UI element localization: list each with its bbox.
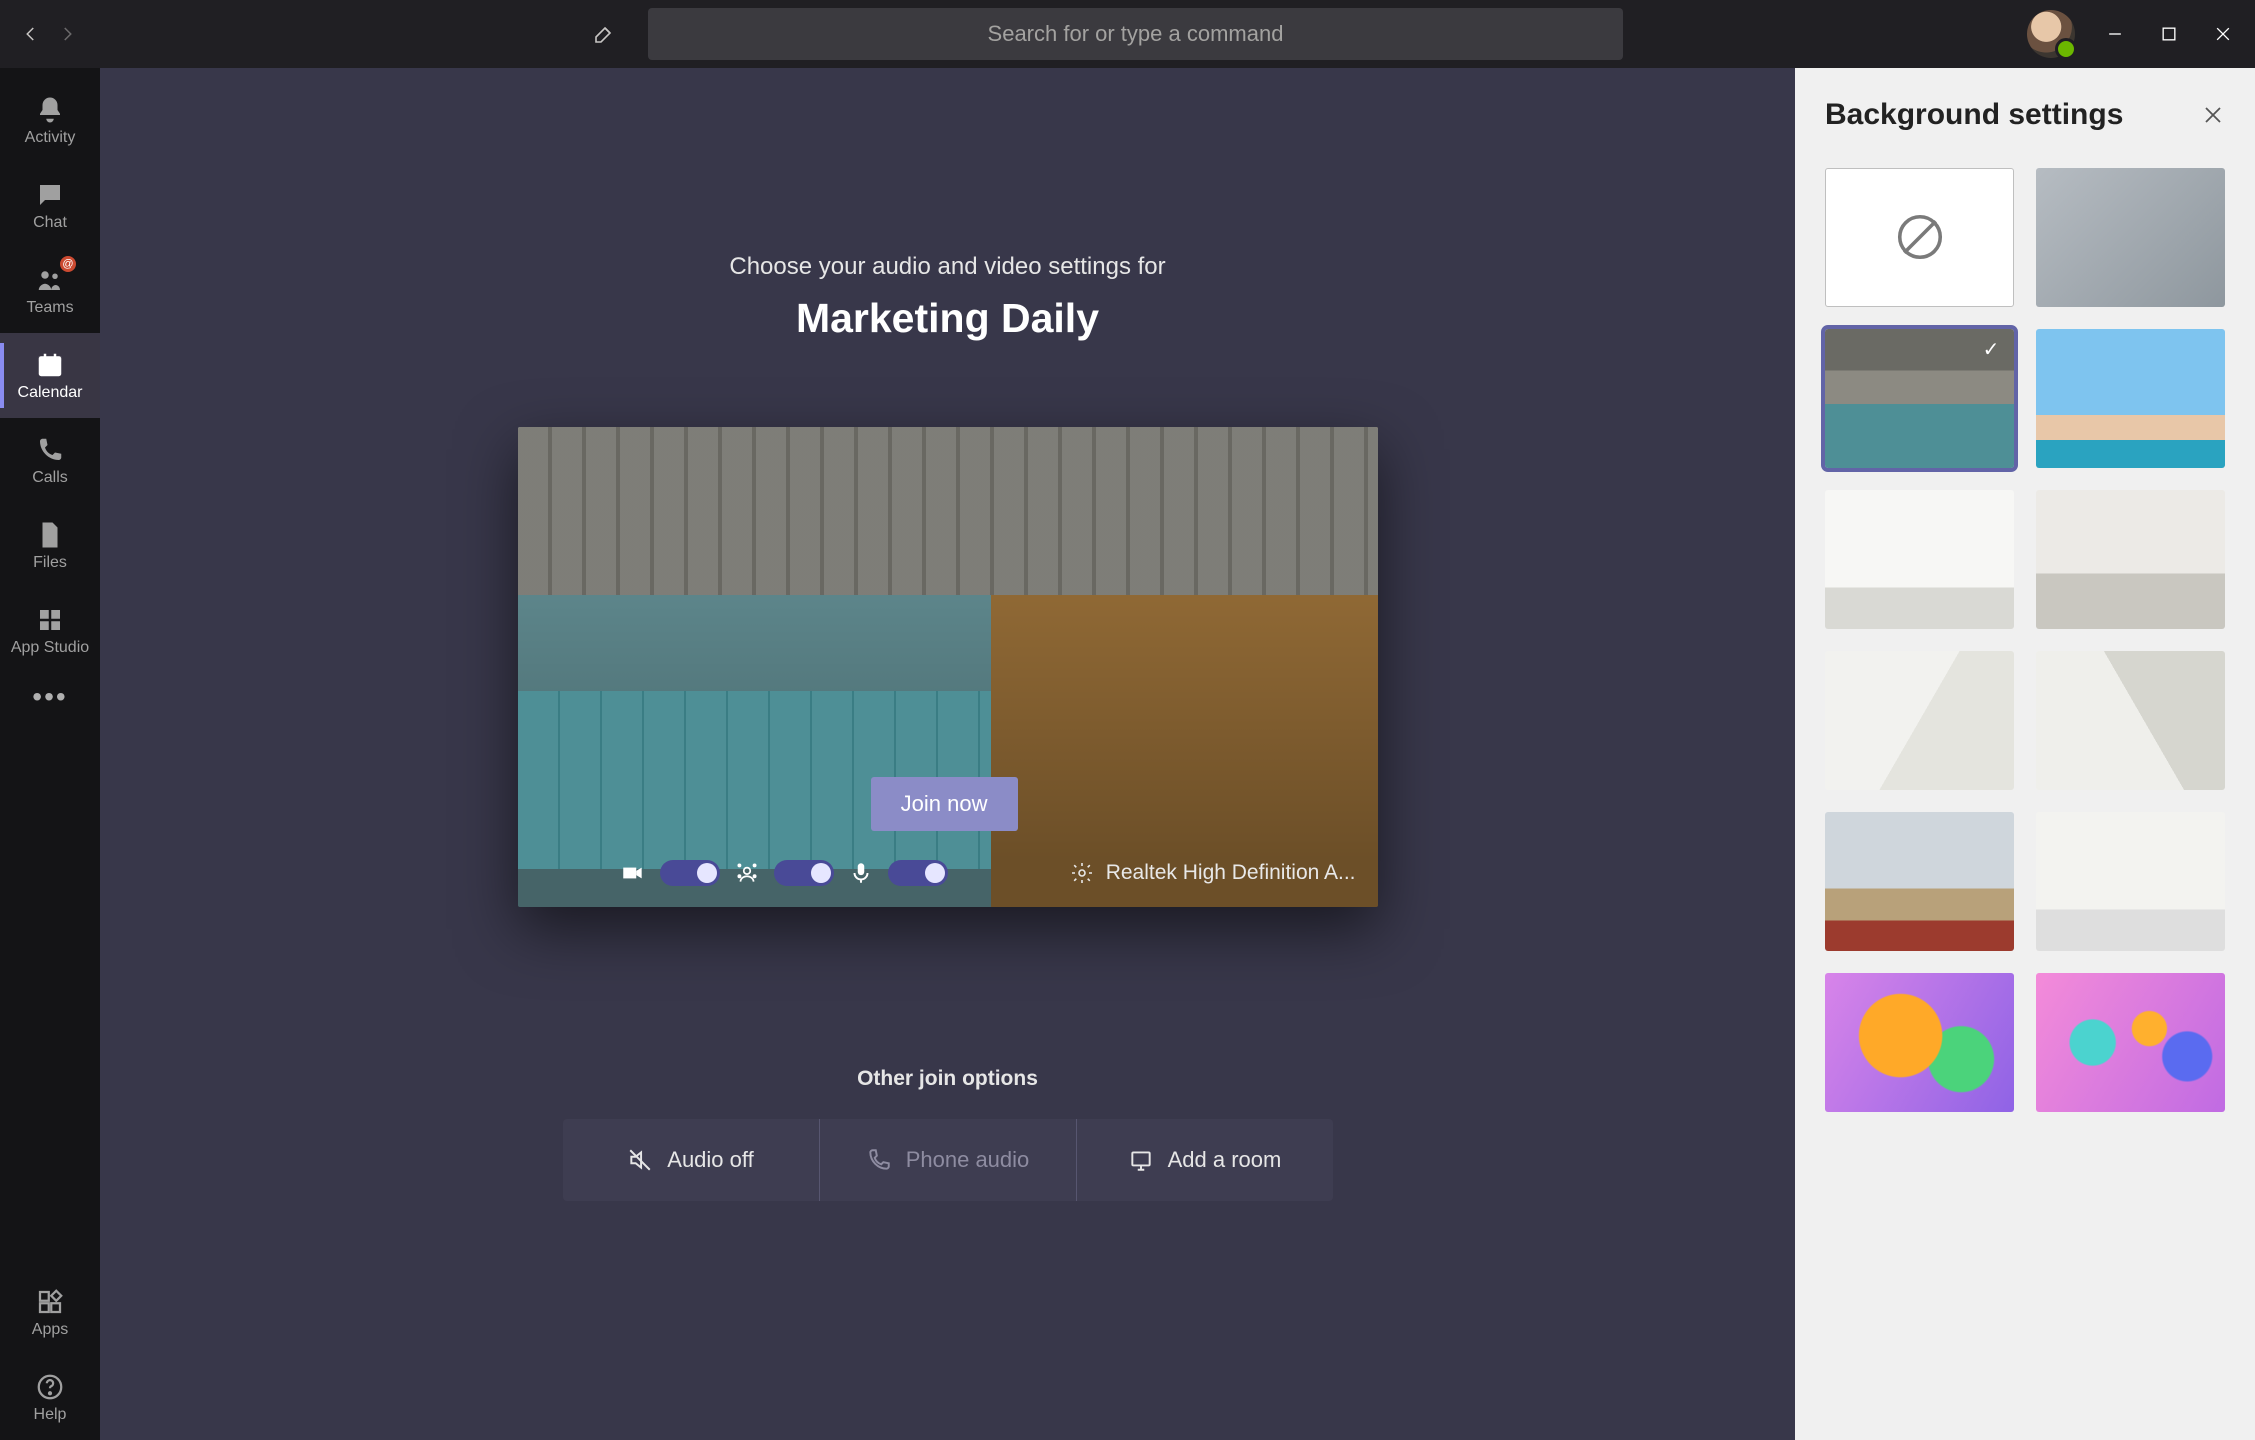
help-icon — [35, 1372, 65, 1402]
rail-item-apps[interactable]: Apps — [0, 1270, 100, 1355]
audio-off-button[interactable]: Audio off — [563, 1119, 819, 1201]
background-tile-room-3[interactable] — [1825, 651, 2014, 790]
background-tile-room-1[interactable] — [1825, 490, 2014, 629]
audio-off-label: Audio off — [667, 1147, 753, 1173]
search-placeholder-text: Search for or type a command — [988, 21, 1284, 47]
background-effects-toggle[interactable] — [774, 860, 834, 886]
background-tile-room-5[interactable] — [2036, 812, 2225, 951]
rail-item-teams[interactable]: Teams @ — [0, 248, 100, 333]
background-tile-room-2[interactable] — [2036, 490, 2225, 629]
rail-label: Calls — [32, 469, 68, 487]
phone-icon — [35, 435, 65, 465]
prejoin-stage: Choose your audio and video settings for… — [100, 68, 1795, 1440]
speaker-off-icon — [627, 1147, 653, 1173]
background-tile-abstract-2[interactable] — [2036, 973, 2225, 1112]
background-tile-sky[interactable] — [2036, 329, 2225, 468]
window-close-button[interactable] — [2213, 24, 2233, 44]
other-options-row: Audio off Phone audio Add a room — [563, 1119, 1333, 1201]
rail-item-files[interactable]: Files — [0, 503, 100, 588]
window-minimize-button[interactable] — [2105, 24, 2125, 44]
apps-icon — [35, 1287, 65, 1317]
rail-item-activity[interactable]: Activity — [0, 78, 100, 163]
background-grid — [1825, 168, 2225, 1112]
mention-badge: @ — [58, 254, 78, 274]
phone-audio-button: Phone audio — [819, 1119, 1076, 1201]
bell-icon — [35, 95, 65, 125]
camera-icon — [620, 860, 646, 886]
rail-label: Chat — [33, 214, 67, 232]
background-tile-room-4[interactable] — [2036, 651, 2225, 790]
ban-icon — [1893, 210, 1947, 264]
titlebar: Search for or type a command — [0, 0, 2255, 68]
rail-more-button[interactable]: ••• — [32, 681, 67, 713]
phone-audio-label: Phone audio — [906, 1147, 1030, 1173]
other-options-heading: Other join options — [857, 1067, 1038, 1091]
nav-arrows — [22, 25, 76, 43]
background-effects-icon — [734, 860, 760, 886]
phone-icon — [866, 1147, 892, 1173]
rail-label: Apps — [32, 1321, 68, 1339]
gear-icon — [1070, 861, 1094, 885]
chat-icon — [35, 180, 65, 210]
rail-label: Help — [34, 1406, 67, 1424]
panel-title: Background settings — [1825, 98, 2123, 132]
rail-label: Files — [33, 554, 67, 572]
rail-item-chat[interactable]: Chat — [0, 163, 100, 248]
background-tile-office[interactable] — [1825, 812, 2014, 951]
preview-controls: Realtek High Definition A... — [518, 839, 1378, 907]
back-button[interactable] — [22, 25, 40, 43]
panel-close-button[interactable] — [2201, 103, 2225, 127]
background-tile-none[interactable] — [1825, 168, 2014, 307]
background-tile-blur[interactable] — [2036, 168, 2225, 307]
add-room-label: Add a room — [1168, 1147, 1282, 1173]
add-room-button[interactable]: Add a room — [1076, 1119, 1333, 1201]
camera-toggle[interactable] — [660, 860, 720, 886]
window-controls — [2105, 24, 2233, 44]
rail-label: App Studio — [11, 639, 89, 657]
background-tile-abstract-1[interactable] — [1825, 973, 2014, 1112]
new-message-icon[interactable] — [592, 22, 616, 46]
rail-item-appstudio[interactable]: App Studio — [0, 588, 100, 673]
forward-button[interactable] — [58, 25, 76, 43]
microphone-toggle[interactable] — [888, 860, 948, 886]
prejoin-subtitle: Choose your audio and video settings for — [729, 253, 1165, 281]
user-avatar[interactable] — [2027, 10, 2075, 58]
rail-item-calls[interactable]: Calls — [0, 418, 100, 503]
app-rail: Activity Chat Teams @ Calendar Calls Fil… — [0, 68, 100, 1440]
rail-item-help[interactable]: Help — [0, 1355, 100, 1440]
device-label: Realtek High Definition A... — [1106, 861, 1356, 885]
video-preview: Join now Realtek High D — [518, 427, 1378, 907]
background-settings-panel: Background settings — [1795, 68, 2255, 1440]
rail-label: Teams — [26, 299, 73, 317]
file-icon — [35, 520, 65, 550]
microphone-icon — [848, 860, 874, 886]
rail-label: Calendar — [18, 384, 83, 402]
background-tile-lockers[interactable] — [1825, 329, 2014, 468]
device-settings-button[interactable]: Realtek High Definition A... — [1070, 861, 1356, 885]
room-icon — [1128, 1147, 1154, 1173]
window-maximize-button[interactable] — [2159, 24, 2179, 44]
rail-label: Activity — [25, 129, 76, 147]
join-now-button[interactable]: Join now — [871, 777, 1018, 831]
appstudio-icon — [35, 605, 65, 635]
search-input[interactable]: Search for or type a command — [648, 8, 1623, 60]
meeting-title: Marketing Daily — [796, 295, 1099, 342]
calendar-icon — [35, 350, 65, 380]
rail-item-calendar[interactable]: Calendar — [0, 333, 100, 418]
